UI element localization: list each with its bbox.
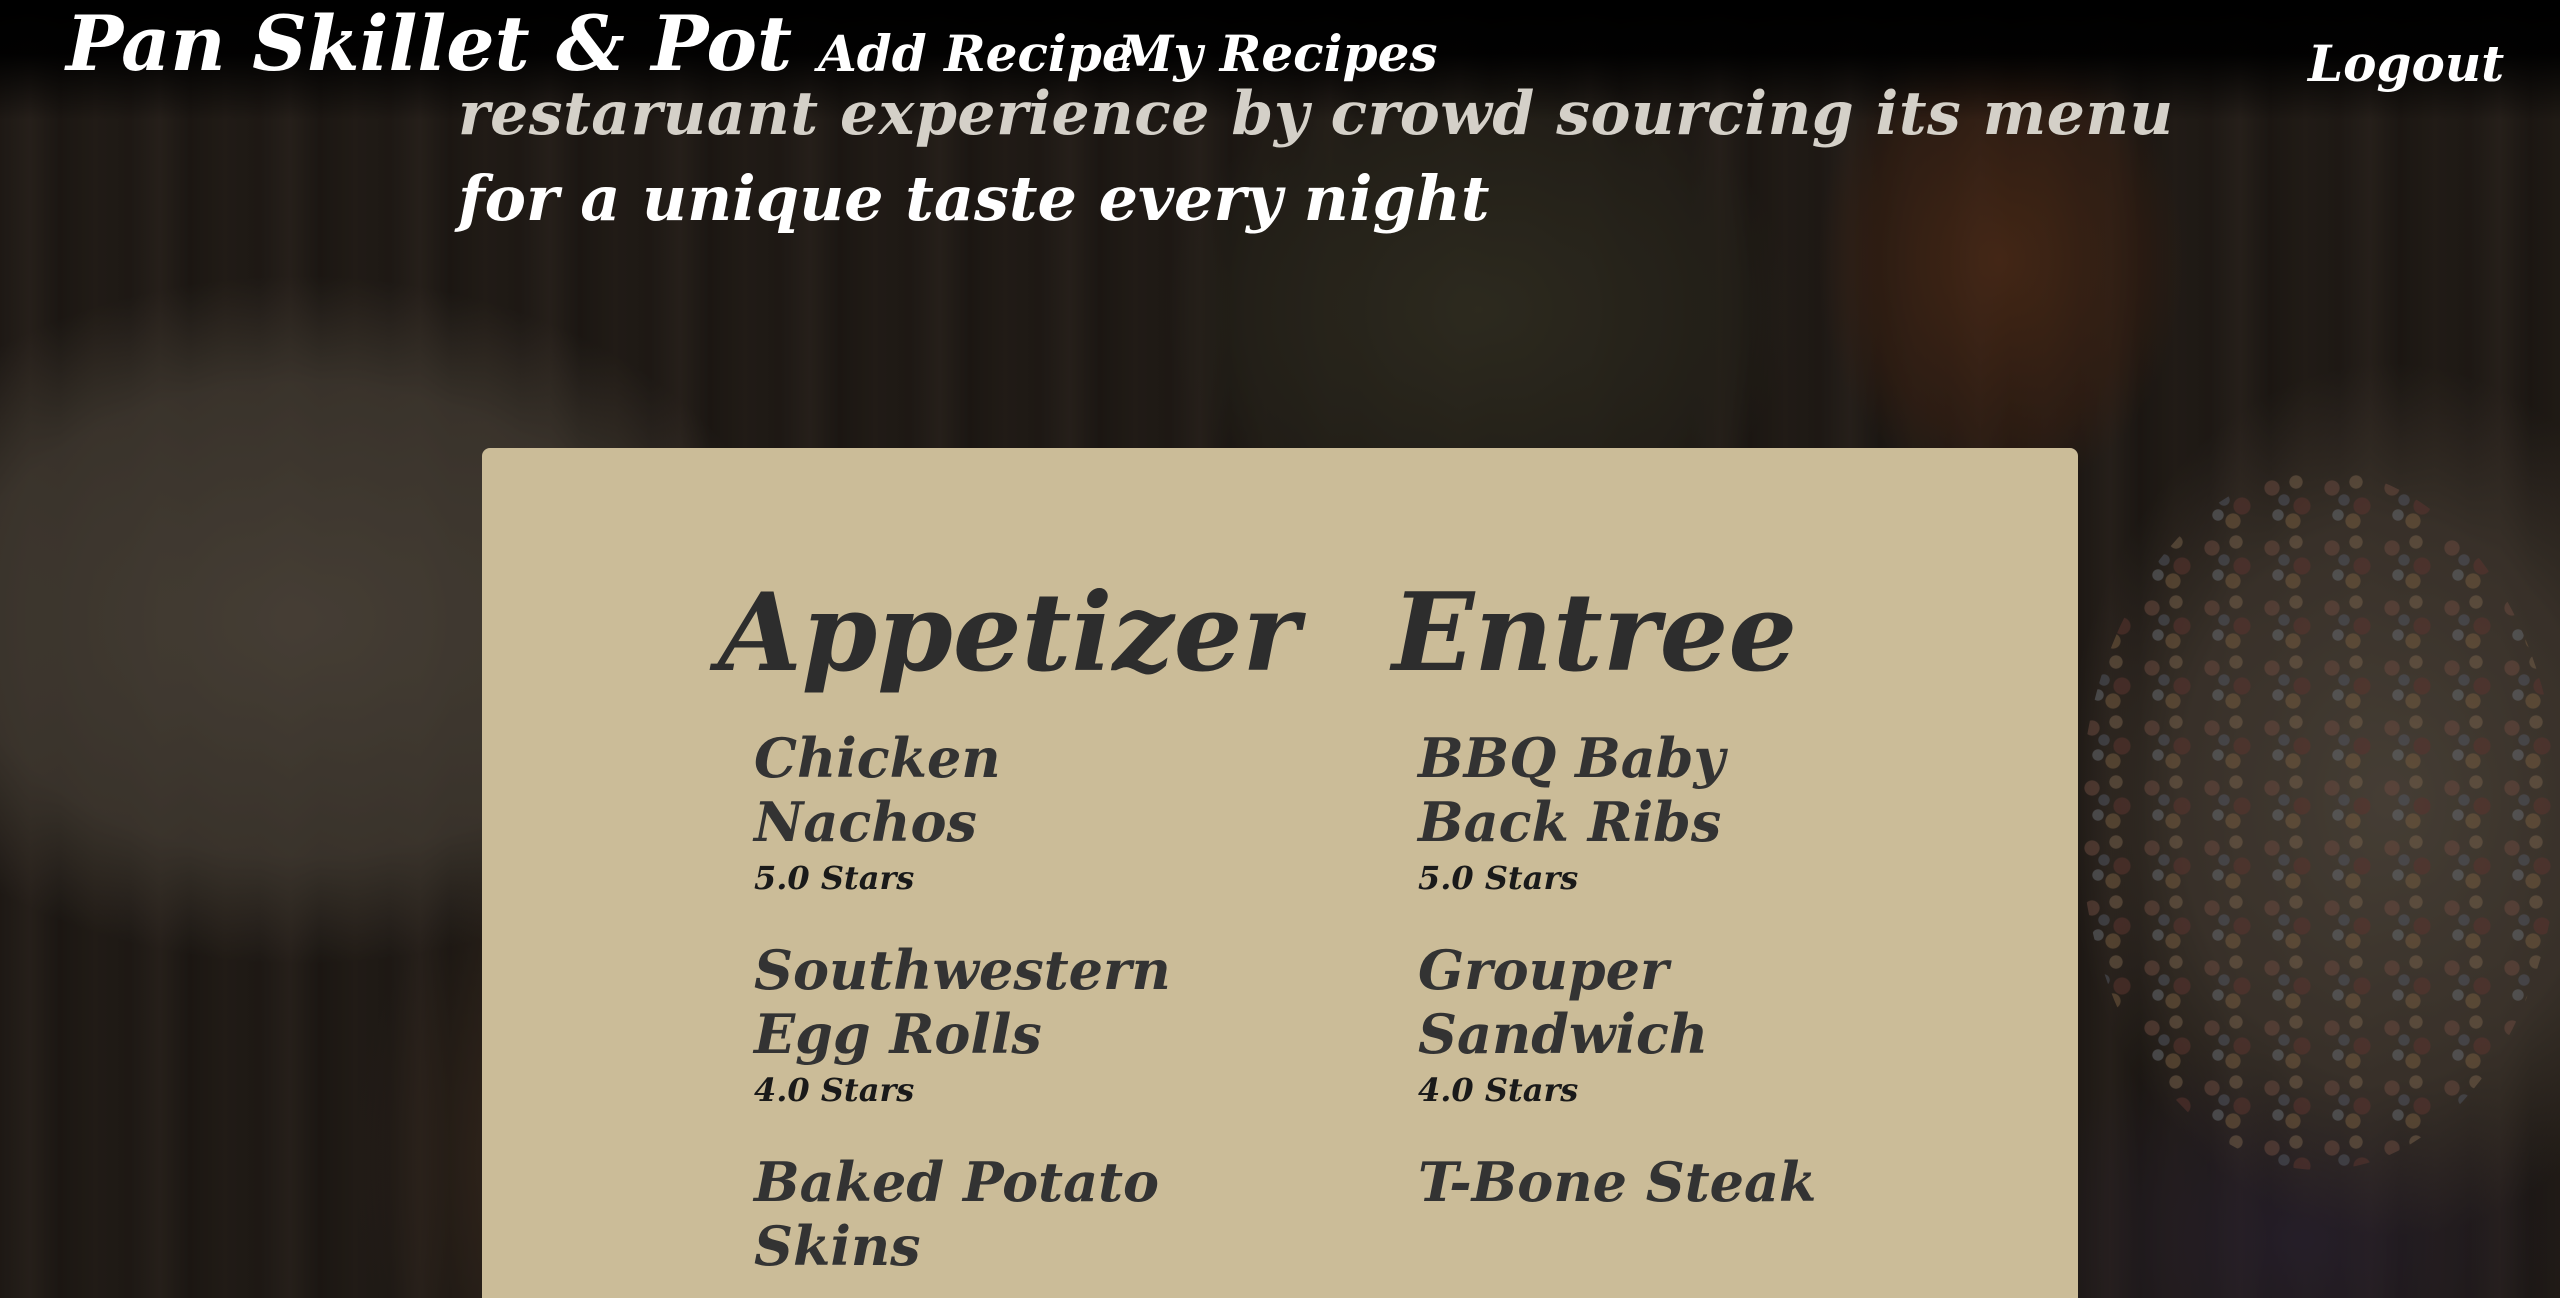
list-item: Grouper Sandwich 4.0 Stars <box>1418 938 1838 1110</box>
logout-link[interactable]: Logout <box>2308 34 2504 94</box>
entree-list: BBQ Baby Back Ribs 5.0 Stars Grouper San… <box>1392 726 1838 1214</box>
menu-card: Appetizer Chicken Nachos 5.0 Stars South… <box>482 448 2078 1298</box>
entree-heading: Entree <box>1392 570 1798 696</box>
rating-label: 4.0 Stars <box>754 1071 915 1109</box>
rating-label: 5.0 Stars <box>754 859 915 897</box>
list-item: BBQ Baby Back Ribs 5.0 Stars <box>1418 726 1838 898</box>
appetizer-list: Chicken Nachos 5.0 Stars Southwestern Eg… <box>718 726 1299 1278</box>
list-item: Southwestern Egg Rolls 4.0 Stars <box>754 938 1174 1110</box>
hero-tagline-line-2: for a unique taste every night <box>458 162 1490 235</box>
list-item: Chicken Nachos 5.0 Stars <box>754 726 1174 898</box>
appetizer-column: Appetizer Chicken Nachos 5.0 Stars South… <box>718 568 1299 1298</box>
brand-logo-link[interactable]: Pan Skillet & Pot <box>66 0 792 88</box>
recipe-link[interactable]: BBQ Baby Back Ribs <box>1418 726 1838 854</box>
recipe-link[interactable]: Chicken Nachos <box>754 726 1174 854</box>
recipe-link[interactable]: Grouper Sandwich <box>1418 938 1838 1066</box>
recipe-link[interactable]: Baked Potato Skins <box>754 1150 1174 1278</box>
my-recipes-link[interactable]: My Recipes <box>1118 24 1438 84</box>
rating-label: 4.0 Stars <box>1418 1071 1579 1109</box>
rating-label: 5.0 Stars <box>1418 859 1579 897</box>
appetizer-heading: Appetizer <box>718 570 1300 696</box>
recipe-link[interactable]: T-Bone Steak <box>1418 1150 1838 1214</box>
recipe-link[interactable]: Southwestern Egg Rolls <box>754 938 1174 1066</box>
entree-column: Entree BBQ Baby Back Ribs 5.0 Stars Grou… <box>1392 568 1838 1254</box>
add-recipe-link[interactable]: Add Recipe <box>818 24 1134 84</box>
list-item: T-Bone Steak <box>1418 1150 1838 1214</box>
list-item: Baked Potato Skins <box>754 1150 1174 1278</box>
